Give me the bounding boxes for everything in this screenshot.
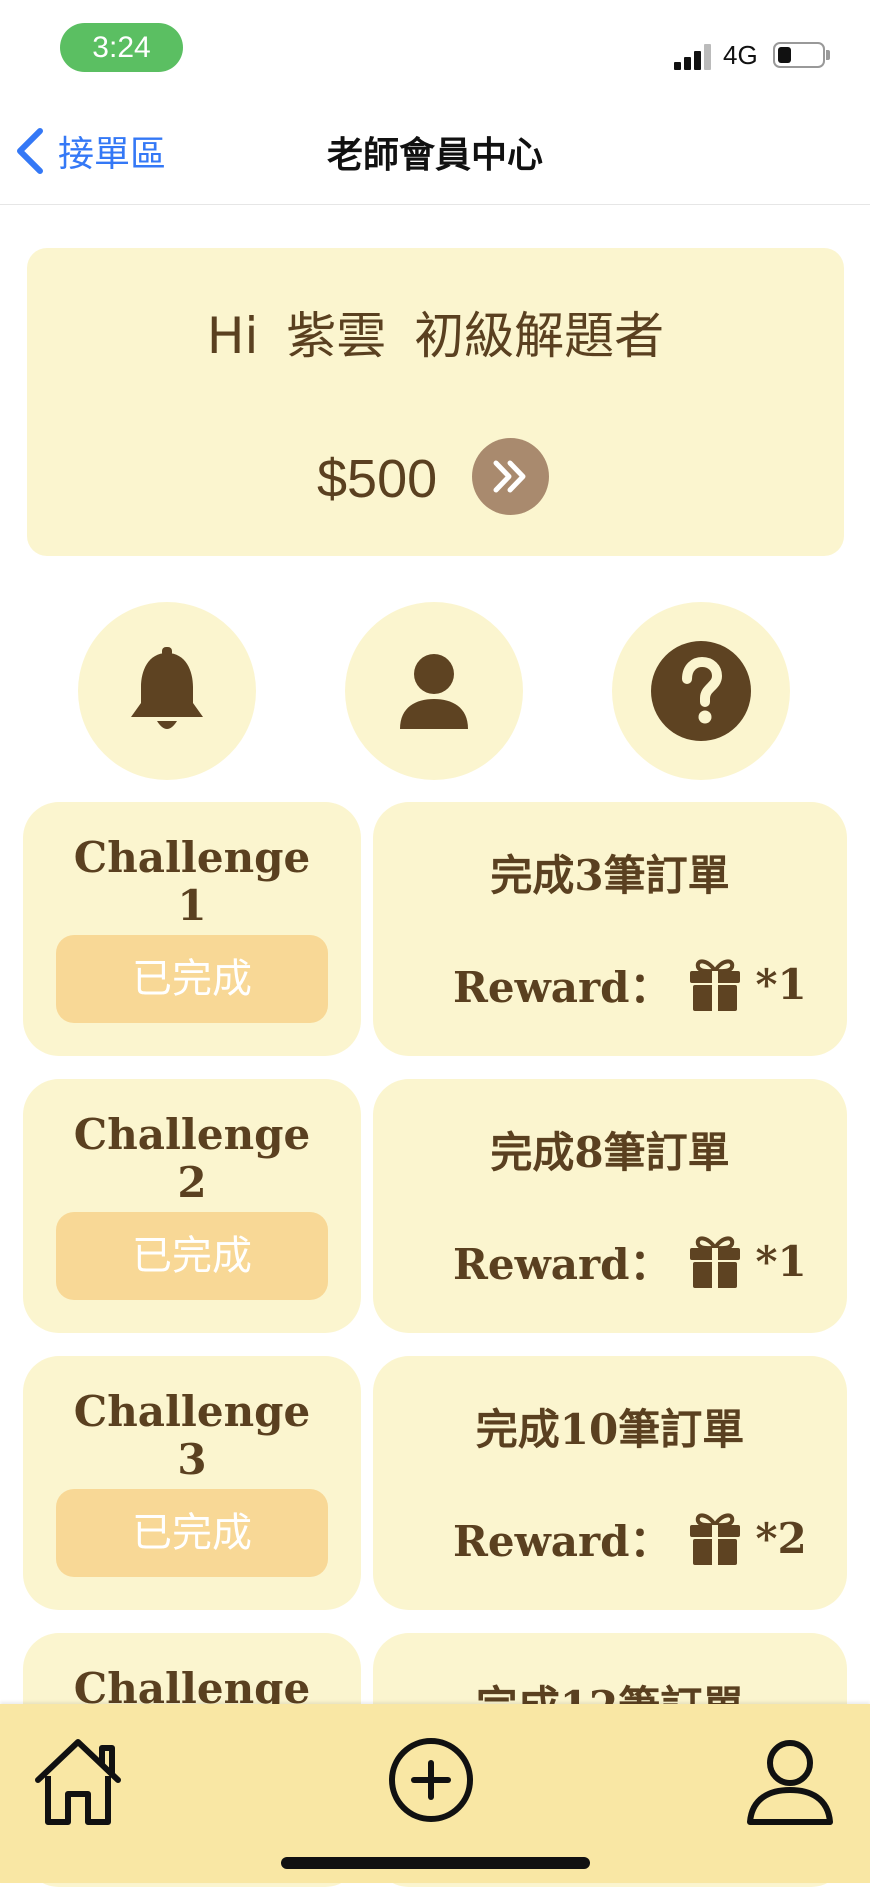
status-time: 3:24 — [60, 23, 183, 72]
reward-label: Reward： — [453, 1516, 672, 1566]
challenge-task-card: 完成10筆訂單 Reward： *2 — [373, 1356, 847, 1610]
reward-count: *2 — [755, 1513, 807, 1563]
network-type: 4G — [723, 40, 758, 70]
nav-bar: 接單區 老師會員中心 — [0, 96, 870, 205]
completed-button[interactable]: 已完成 — [56, 935, 328, 1023]
challenge-title: Challenge 3 — [73, 1387, 311, 1484]
profile-icon — [747, 1740, 833, 1825]
balance-detail-button[interactable] — [472, 438, 549, 515]
chevron-left-icon — [17, 128, 43, 174]
completed-button[interactable]: 已完成 — [56, 1212, 328, 1300]
member-summary-card: Hi 紫雲 初級解題者 $500 — [27, 248, 844, 556]
person-icon — [400, 654, 468, 729]
gift-icon — [689, 959, 740, 1011]
tab-bar — [0, 1704, 870, 1883]
battery-tip — [826, 50, 830, 60]
tab-profile[interactable] — [742, 1732, 838, 1828]
status-bar: 3:24 4G — [0, 0, 870, 96]
task-description: 完成8筆訂單 — [490, 1128, 730, 1177]
home-indicator — [281, 1857, 590, 1869]
help-button[interactable] — [612, 602, 790, 780]
challenge-task-card: 完成3筆訂單 Reward： *1 — [373, 802, 847, 1056]
reward-row: Reward： *2 — [453, 1506, 807, 1570]
double-chevron-right-icon — [493, 460, 526, 493]
challenge-card: Challenge 3 已完成 — [23, 1356, 361, 1610]
bell-icon — [131, 647, 203, 729]
challenge-title: Challenge 2 — [73, 1110, 311, 1207]
task-description: 完成3筆訂單 — [490, 851, 730, 900]
reward-row: Reward： *1 — [453, 952, 807, 1016]
page-title: 老師會員中心 — [326, 135, 543, 176]
notifications-button[interactable] — [78, 602, 256, 780]
balance-amount: $500 — [317, 449, 438, 509]
challenge-card: Challenge 1 已完成 — [23, 802, 361, 1056]
reward-count: *1 — [755, 959, 807, 1009]
signal-icon — [674, 42, 714, 70]
challenge-task-card: 完成8筆訂單 Reward： *1 — [373, 1079, 847, 1333]
back-label: 接單區 — [58, 134, 167, 175]
reward-row: Reward： *1 — [453, 1229, 807, 1293]
task-description: 完成10筆訂單 — [475, 1405, 745, 1454]
plus-circle-icon — [389, 1738, 473, 1822]
reward-count: *1 — [755, 1236, 807, 1286]
tab-home[interactable] — [30, 1732, 126, 1828]
question-circle-icon — [651, 641, 751, 741]
battery-icon — [773, 42, 825, 68]
reward-label: Reward： — [453, 962, 672, 1012]
gift-icon — [689, 1236, 740, 1288]
challenge-card: Challenge 2 已完成 — [23, 1079, 361, 1333]
greeting-text: Hi 紫雲 初級解題者 — [206, 307, 665, 365]
profile-button[interactable] — [345, 602, 523, 780]
challenge-title: Challenge 1 — [73, 833, 311, 930]
tab-add[interactable] — [383, 1732, 479, 1828]
home-icon — [35, 1739, 121, 1825]
back-button[interactable]: 接單區 — [14, 124, 166, 178]
reward-label: Reward： — [453, 1239, 672, 1289]
completed-button[interactable]: 已完成 — [56, 1489, 328, 1577]
gift-icon — [689, 1513, 740, 1565]
